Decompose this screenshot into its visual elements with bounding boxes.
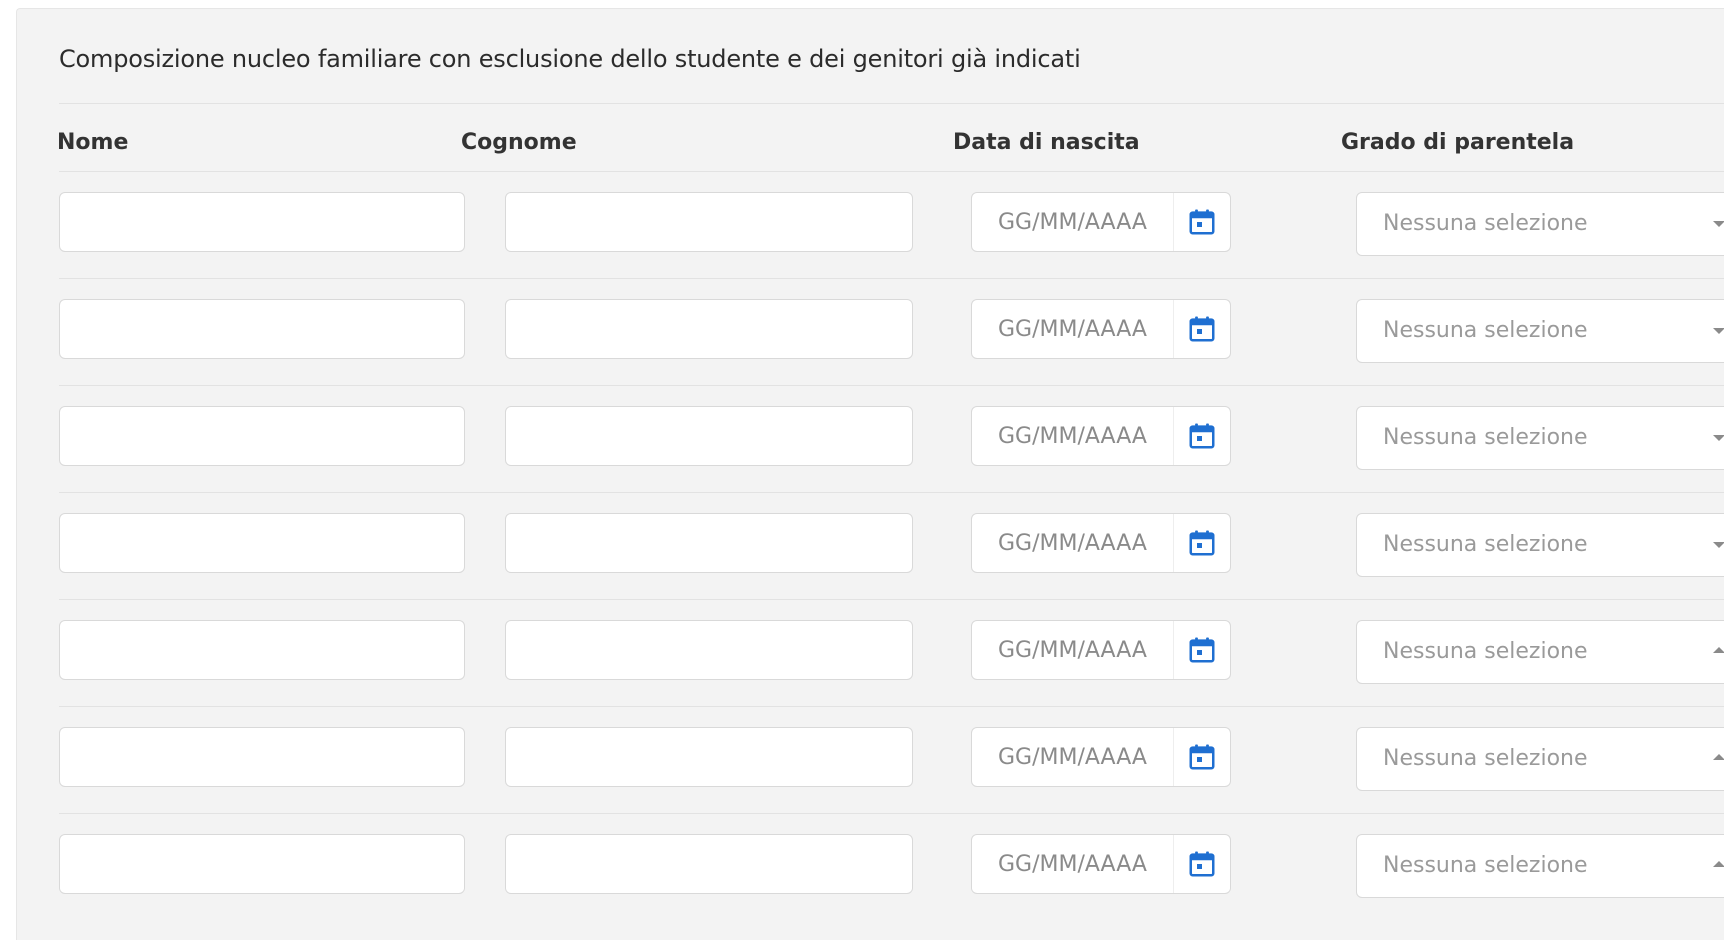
calendar-icon	[1189, 209, 1215, 235]
data-nascita-input[interactable]	[972, 621, 1172, 679]
column-header-data-nascita: Data di nascita	[953, 130, 1140, 155]
select-value: Nessuna selezione	[1383, 639, 1588, 664]
caret-up-icon	[1713, 754, 1724, 760]
caret-down-icon	[1713, 328, 1724, 334]
calendar-icon	[1189, 637, 1215, 663]
data-nascita-input[interactable]	[972, 300, 1172, 358]
grado-parentela-select[interactable]: Nessuna selezione	[1356, 513, 1724, 577]
grado-parentela-select[interactable]: Nessuna selezione	[1356, 406, 1724, 470]
calendar-icon	[1189, 530, 1215, 556]
cognome-input[interactable]	[505, 727, 913, 787]
calendar-button[interactable]	[1173, 835, 1230, 893]
nome-input[interactable]	[59, 406, 465, 466]
data-nascita-input[interactable]	[972, 193, 1172, 251]
caret-up-icon	[1713, 861, 1724, 867]
column-header-grado-parentela: Grado di parentela	[1341, 130, 1575, 155]
calendar-button[interactable]	[1173, 300, 1230, 358]
nome-input[interactable]	[59, 192, 465, 252]
data-nascita-field	[971, 620, 1231, 680]
select-value: Nessuna selezione	[1383, 318, 1588, 343]
data-nascita-field	[971, 834, 1231, 894]
column-header-cognome: Cognome	[461, 130, 577, 155]
caret-down-icon	[1713, 435, 1724, 441]
calendar-icon	[1189, 316, 1215, 342]
nome-input[interactable]	[59, 620, 465, 680]
calendar-icon	[1189, 423, 1215, 449]
title-divider	[59, 103, 1724, 104]
select-value: Nessuna selezione	[1383, 425, 1588, 450]
caret-up-icon	[1713, 647, 1724, 653]
cognome-input[interactable]	[505, 406, 913, 466]
caret-down-icon	[1713, 221, 1724, 227]
section-title: Composizione nucleo familiare con esclus…	[59, 45, 1081, 73]
calendar-button[interactable]	[1173, 728, 1230, 786]
nome-input[interactable]	[59, 299, 465, 359]
table-row: Nessuna selezione	[59, 599, 1724, 706]
select-value: Nessuna selezione	[1383, 211, 1588, 236]
calendar-button[interactable]	[1173, 514, 1230, 572]
family-composition-panel: Composizione nucleo familiare con esclus…	[16, 8, 1724, 940]
cognome-input[interactable]	[505, 299, 913, 359]
data-nascita-input[interactable]	[972, 835, 1172, 893]
calendar-button[interactable]	[1173, 407, 1230, 465]
grado-parentela-select[interactable]: Nessuna selezione	[1356, 192, 1724, 256]
cognome-input[interactable]	[505, 620, 913, 680]
data-nascita-field	[971, 513, 1231, 573]
select-value: Nessuna selezione	[1383, 746, 1588, 771]
cognome-input[interactable]	[505, 192, 913, 252]
calendar-button[interactable]	[1173, 621, 1230, 679]
data-nascita-field	[971, 192, 1231, 252]
grado-parentela-select[interactable]: Nessuna selezione	[1356, 727, 1724, 791]
table-row: Nessuna selezione	[59, 171, 1724, 278]
nome-input[interactable]	[59, 834, 465, 894]
calendar-button[interactable]	[1173, 193, 1230, 251]
table-row: Nessuna selezione	[59, 813, 1724, 920]
calendar-icon	[1189, 851, 1215, 877]
table-row: Nessuna selezione	[59, 706, 1724, 813]
column-header-nome: Nome	[57, 130, 129, 155]
calendar-icon	[1189, 744, 1215, 770]
table-row: Nessuna selezione	[59, 492, 1724, 599]
cognome-input[interactable]	[505, 513, 913, 573]
nome-input[interactable]	[59, 513, 465, 573]
data-nascita-field	[971, 406, 1231, 466]
grado-parentela-select[interactable]: Nessuna selezione	[1356, 834, 1724, 898]
caret-down-icon	[1713, 542, 1724, 548]
table-row: Nessuna selezione	[59, 385, 1724, 492]
select-value: Nessuna selezione	[1383, 853, 1588, 878]
table-row: Nessuna selezione	[59, 278, 1724, 385]
select-value: Nessuna selezione	[1383, 532, 1588, 557]
grado-parentela-select[interactable]: Nessuna selezione	[1356, 620, 1724, 684]
nome-input[interactable]	[59, 727, 465, 787]
data-nascita-field	[971, 727, 1231, 787]
data-nascita-input[interactable]	[972, 728, 1172, 786]
grado-parentela-select[interactable]: Nessuna selezione	[1356, 299, 1724, 363]
data-nascita-input[interactable]	[972, 407, 1172, 465]
data-nascita-input[interactable]	[972, 514, 1172, 572]
data-nascita-field	[971, 299, 1231, 359]
cognome-input[interactable]	[505, 834, 913, 894]
